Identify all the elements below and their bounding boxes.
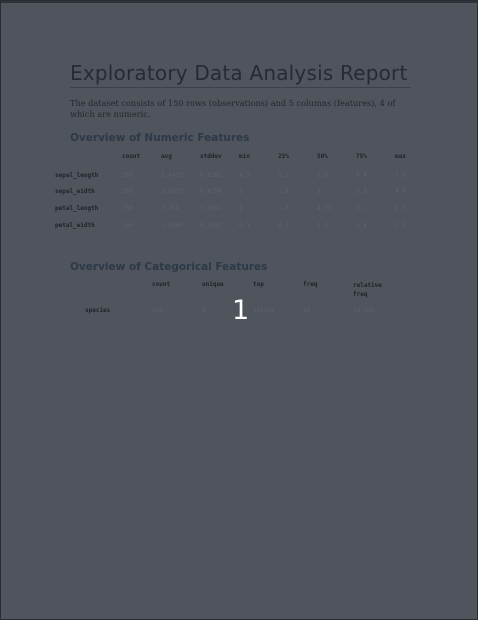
table-cell: 150 [122,222,133,229]
column-header: freq [303,281,318,288]
column-header: stddev [200,153,222,160]
table-cell: 6.4 [356,172,367,179]
row-label: sepal_width [55,188,95,195]
table-cell: 2 [239,188,243,195]
column-header: max [395,153,406,160]
table-cell: 5.8 [317,172,328,179]
table-cell: 0.4359 [200,188,222,195]
table-cell: 0.7622 [200,222,222,229]
table-cell: 150 [122,188,133,195]
report-intro: The dataset consists of 150 rows (observ… [70,98,396,119]
table-cell: 1.3 [317,222,328,229]
table-cell: 0.3 [278,222,289,229]
table-cell: setosa [253,307,275,314]
table-cell: 3 [317,188,321,195]
column-header: count [122,153,141,160]
page-number: 1 [232,295,250,326]
row-label: petal_width [55,222,95,229]
table-cell: 150 [152,307,163,314]
table-cell: 3.758 [161,205,180,212]
report-title: Exploratory Data Analysis Report [70,61,408,85]
table-cell: 3 [202,307,206,314]
table-cell: 33.33% [353,307,375,314]
table-cell: 5.8433 [161,172,183,179]
table-cell: 1.1993 [161,222,183,229]
column-header: top [253,281,264,288]
report-page: Exploratory Data Analysis Report The dat… [0,0,478,620]
column-header: 50% [317,153,328,160]
table-cell: 4.3 [239,172,250,179]
table-cell: 1.7653 [200,205,222,212]
table-cell: 2.5 [395,222,406,229]
table-cell: 2.8 [278,188,289,195]
table-cell: 5.1 [278,172,289,179]
table-cell: 5.1 [356,205,367,212]
window-top-border [1,1,478,3]
column-header: 75% [356,153,367,160]
table-cell: 0.1 [239,222,250,229]
table-cell: 1 [239,205,243,212]
row-label: petal_length [55,205,99,212]
table-cell: 50 [303,307,311,314]
column-header: 25% [278,153,289,160]
categorical-section-heading: Overview of Categorical Features [70,261,268,273]
table-cell: 150 [122,205,133,212]
table-cell: 3.0573 [161,188,183,195]
table-cell: 1.8 [356,222,367,229]
table-cell: 7.9 [395,172,406,179]
numeric-section-heading: Overview of Numeric Features [70,132,250,144]
table-cell: 3.3 [356,188,367,195]
row-label: sepal_length [55,172,99,179]
column-header: avg [161,153,172,160]
row-label: species [85,307,111,314]
column-header: min [239,153,250,160]
title-divider [70,87,411,88]
table-cell: 4.4 [395,188,406,195]
column-header: unique [202,281,224,288]
column-header: count [152,281,171,288]
table-cell: 6.9 [395,205,406,212]
table-cell: 150 [122,172,133,179]
table-cell: 1.6 [278,205,289,212]
table-cell: 0.8281 [200,172,222,179]
table-cell: 4.35 [317,205,332,212]
column-header: relative freq [353,282,382,298]
